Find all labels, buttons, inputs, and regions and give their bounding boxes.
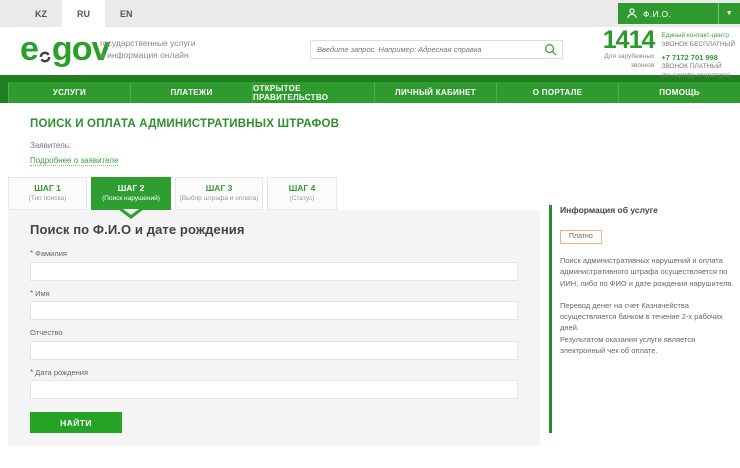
search-icon[interactable]	[544, 43, 562, 56]
tab-step-3[interactable]: ШАГ 3 (Выбор штрафа и оплата)	[175, 177, 263, 210]
birthdate-label: Дата рождения	[35, 368, 88, 377]
field-firstname: *Имя	[30, 289, 518, 321]
nav-item-help[interactable]: ПОМОЩЬ	[618, 82, 740, 103]
paid-phone-block: +7 7172 701 998 ЗВОНОК ПЛАТНЫЙ (по тариф…	[661, 53, 735, 81]
page-title: ПОИСК И ОПЛАТА АДМИНИСТРАТИВНЫХ ШТРАФОВ	[30, 118, 740, 130]
tab-step-4[interactable]: ШАГ 4 (Статус)	[267, 177, 337, 210]
middlename-input[interactable]	[30, 341, 518, 360]
sidebar-heading: Информация об услуге	[560, 205, 735, 215]
lastname-label: Фамилия	[35, 249, 67, 258]
nav-item-payments[interactable]: ПЛАТЕЖИ	[130, 82, 252, 103]
person-icon	[627, 8, 637, 19]
applicant-details-link[interactable]: Подробнее о заявителе	[30, 156, 118, 166]
lang-tab-ru[interactable]: RU	[62, 0, 105, 27]
lastname-input[interactable]	[30, 262, 518, 281]
search-input[interactable]	[311, 45, 544, 54]
nav-item-about-portal[interactable]: О ПОРТАЛЕ	[496, 82, 618, 103]
lang-tab-kz[interactable]: KZ	[20, 0, 62, 27]
service-info-sidebar: Информация об услуге Платно Поиск админи…	[549, 205, 735, 433]
chevron-down-icon[interactable]: ▼	[718, 3, 740, 24]
required-marker: *	[30, 289, 33, 298]
field-middlename: Отчество	[30, 328, 518, 360]
applicant-label: Заявитель:	[30, 141, 740, 150]
tab-step-2-active[interactable]: ШАГ 2 (Поиск нарушений)	[91, 177, 171, 210]
user-account-button[interactable]: Ф.И.О. ▼	[618, 3, 740, 24]
abroad-calls-label: Для зарубежных звонков	[598, 53, 654, 81]
nav-item-open-government[interactable]: ОТКРЫТОЕ ПРАВИТЕЛЬСТВО	[252, 82, 374, 103]
language-switcher: KZ RU EN	[20, 0, 148, 27]
lang-tab-en[interactable]: EN	[105, 0, 148, 27]
site-search	[310, 40, 563, 59]
required-marker: *	[30, 368, 33, 377]
main-content: ПОИСК И ОПЛАТА АДМИНИСТРАТИВНЫХ ШТРАФОВ …	[0, 118, 740, 468]
contact-center-block: 1414 Единый контакт-центр ЗВОНОК БЕСПЛАТ…	[598, 30, 735, 81]
birthdate-input[interactable]	[30, 380, 518, 399]
phone-number: +7 7172 701 998	[661, 53, 735, 63]
paid-service-badge: Платно	[560, 230, 602, 244]
egov-portal-page: KZ RU EN Ф.И.О. ▼ e gov государственные …	[0, 0, 740, 453]
nav-corner-decoration	[0, 82, 8, 103]
egov-logo[interactable]: e gov	[20, 29, 109, 69]
logo-ring-icon	[39, 51, 51, 63]
contact-center-labels: Единый контакт-центр ЗВОНОК БЕСПЛАТНЫЙ	[661, 30, 735, 51]
site-tagline: государственные услуги и информация онла…	[100, 38, 196, 62]
contact-short-number: 1414	[598, 30, 654, 51]
user-name-label: Ф.И.О.	[643, 9, 671, 19]
nav-item-personal-cabinet[interactable]: ЛИЧНЫЙ КАБИНЕТ	[374, 82, 496, 103]
middlename-label: Отчество	[30, 328, 63, 337]
tab-step-1[interactable]: ШАГ 1 (Тип поиска)	[8, 177, 87, 210]
service-description: Поиск административных нарушений и оплат…	[560, 255, 735, 289]
field-lastname: *Фамилия	[30, 249, 518, 281]
fio-search-form: Поиск по Ф.И.О и дате рождения *Фамилия …	[8, 210, 540, 446]
service-terms: Перевод денег на счет Казначейства осуще…	[560, 300, 735, 356]
search-submit-button[interactable]: НАЙТИ	[30, 412, 122, 433]
field-birthdate: *Дата рождения	[30, 368, 518, 400]
site-header: e gov государственные услуги и информаци…	[0, 27, 740, 75]
form-heading: Поиск по Ф.И.О и дате рождения	[30, 222, 518, 237]
logo-text-e: e	[20, 29, 38, 69]
firstname-label: Имя	[35, 289, 50, 298]
top-bar: KZ RU EN Ф.И.О. ▼	[0, 0, 740, 27]
required-marker: *	[30, 249, 33, 258]
nav-item-services[interactable]: УСЛУГИ	[8, 82, 130, 103]
firstname-input[interactable]	[30, 301, 518, 320]
